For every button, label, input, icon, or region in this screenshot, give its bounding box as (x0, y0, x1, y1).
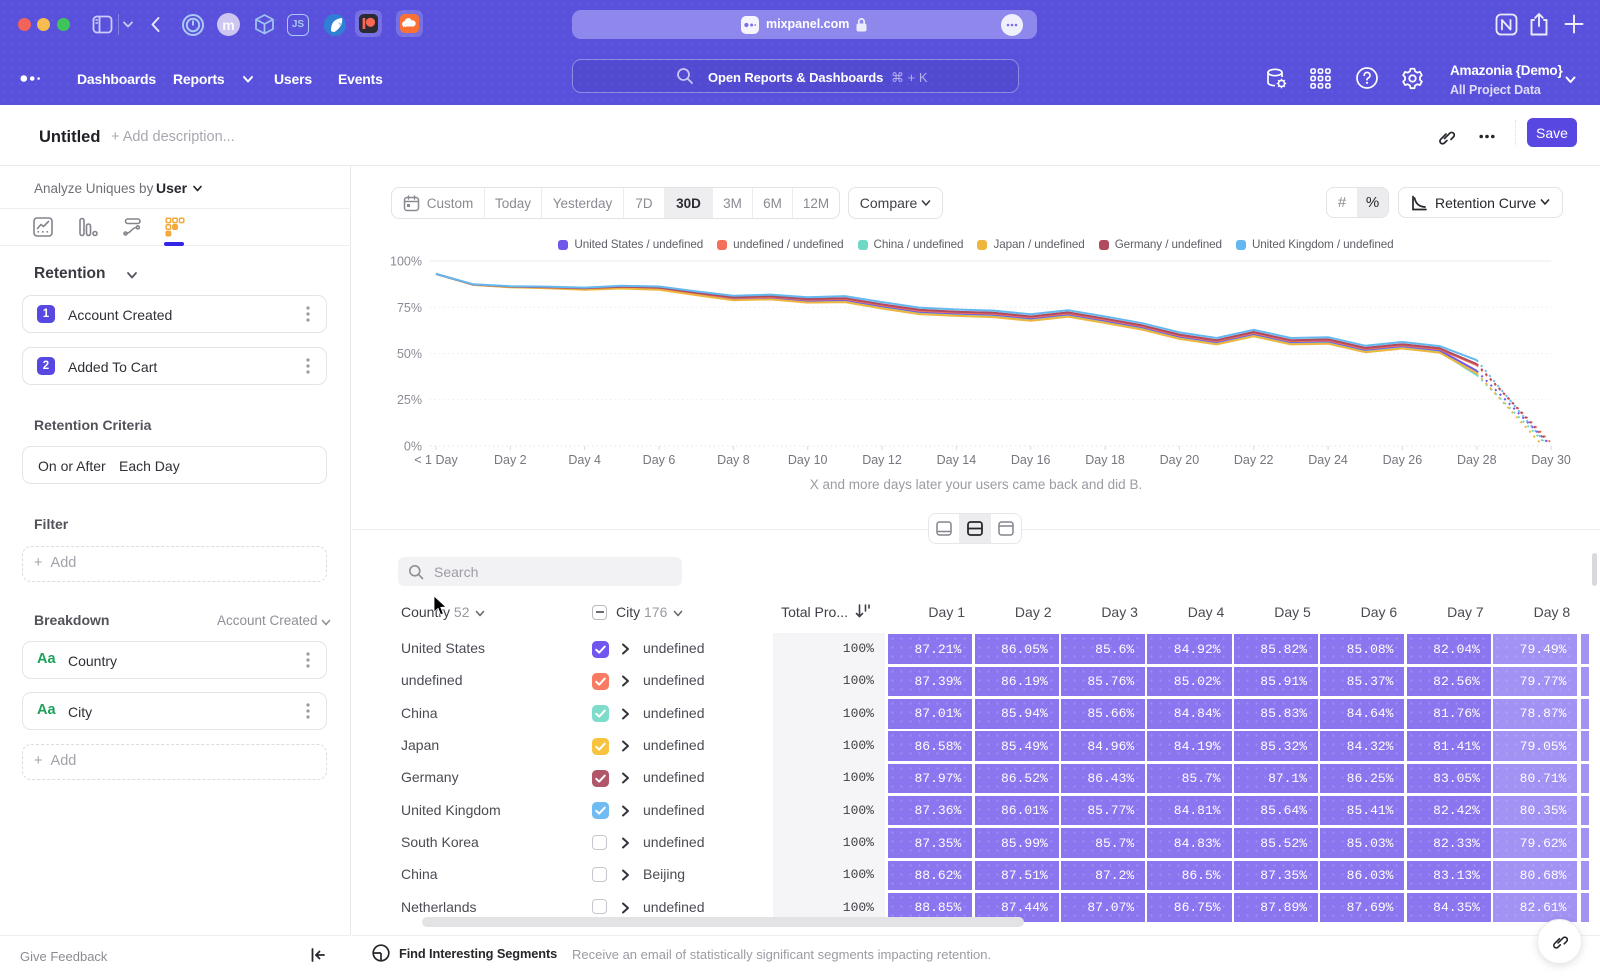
svg-text:Day 8: Day 8 (717, 453, 750, 467)
svg-text:Day 22: Day 22 (1234, 453, 1274, 467)
svg-text:< 1 Day: < 1 Day (414, 453, 458, 467)
svg-text:Day 30: Day 30 (1531, 453, 1571, 467)
svg-text:Day 2: Day 2 (494, 453, 527, 467)
svg-text:50%: 50% (397, 347, 422, 361)
svg-text:Day 6: Day 6 (643, 453, 676, 467)
svg-text:Day 28: Day 28 (1457, 453, 1497, 467)
svg-text:25%: 25% (397, 393, 422, 407)
svg-text:0%: 0% (404, 440, 422, 454)
svg-text:Day 20: Day 20 (1160, 453, 1200, 467)
svg-text:Day 10: Day 10 (788, 453, 828, 467)
svg-text:100%: 100% (390, 255, 422, 269)
svg-text:75%: 75% (397, 301, 422, 315)
svg-text:Day 16: Day 16 (1011, 453, 1051, 467)
svg-text:Day 4: Day 4 (568, 453, 601, 467)
svg-text:Day 14: Day 14 (937, 453, 977, 467)
svg-text:Day 26: Day 26 (1383, 453, 1423, 467)
svg-text:Day 24: Day 24 (1308, 453, 1348, 467)
svg-text:Day 18: Day 18 (1085, 453, 1125, 467)
svg-text:Day 12: Day 12 (862, 453, 902, 467)
